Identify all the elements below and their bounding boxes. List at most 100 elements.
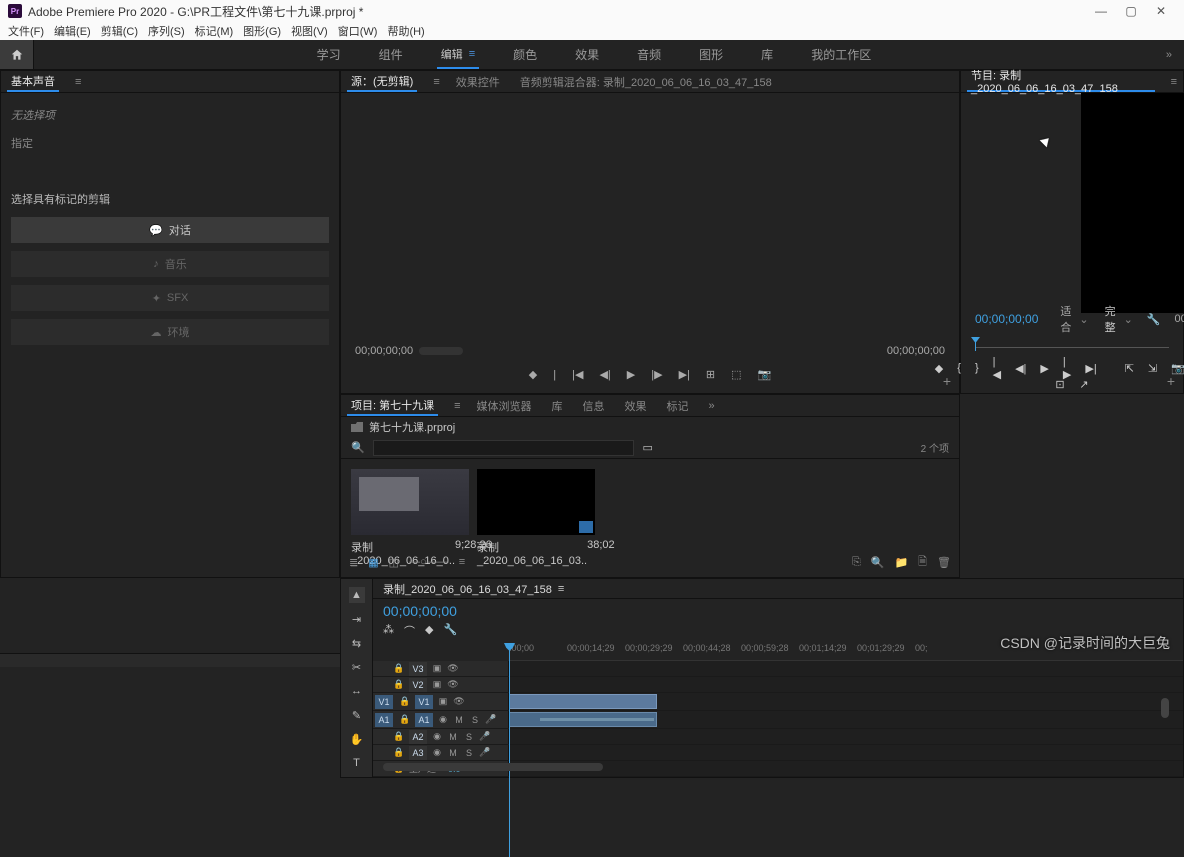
maximize-button[interactable]: ▢ (1116, 4, 1146, 18)
lock-icon[interactable]: 🔒 (399, 714, 411, 725)
prog-safe-margins[interactable]: ⊡ (1053, 377, 1067, 391)
ws-tab-color[interactable]: 颜色 (509, 40, 541, 69)
close-button[interactable]: ✕ (1146, 4, 1176, 18)
m-icon[interactable]: M (447, 748, 459, 758)
track-label[interactable]: A3 (409, 746, 427, 760)
mic-icon[interactable]: 🎤 (485, 714, 497, 725)
ws-tab-learn[interactable]: 学习 (313, 40, 345, 69)
lock-icon[interactable]: 🔒 (393, 663, 405, 674)
src-patch-a1[interactable]: A1 (375, 713, 393, 727)
find-button[interactable]: 🔍 (871, 556, 885, 569)
proj-menu[interactable]: ≡ (454, 400, 460, 412)
src-go-in[interactable]: |◀ (572, 368, 583, 381)
freeform-view-button[interactable]: ◫ (389, 556, 399, 569)
selection-tool[interactable]: ▲ (349, 587, 365, 603)
eye-icon[interactable]: 👁 (447, 679, 459, 690)
menu-window[interactable]: 窗口(W) (338, 23, 378, 39)
track-select-tool[interactable]: ⇥ (349, 611, 365, 627)
ws-tab-graphics[interactable]: 图形 (695, 40, 727, 69)
new-item-button[interactable]: 🗎 (918, 553, 927, 572)
track-label[interactable]: A1 (415, 713, 433, 727)
snap-button[interactable]: ⁂ (383, 623, 394, 639)
marker-button[interactable]: ◆ (425, 623, 433, 639)
track-label[interactable]: A2 (409, 730, 427, 744)
lock-icon[interactable]: 🔒 (393, 731, 405, 742)
track-label[interactable]: V3 (409, 662, 427, 676)
timeline-menu[interactable]: ≡ (558, 583, 564, 595)
menu-view[interactable]: 视图(V) (291, 23, 328, 39)
program-playhead[interactable] (975, 337, 976, 351)
timeline-v-scrollbar[interactable] (1161, 639, 1169, 757)
project-search-input[interactable] (373, 440, 635, 456)
mute-icon[interactable]: ◉ (431, 731, 443, 742)
tab-effect-controls[interactable]: 效果控件 (452, 71, 504, 92)
toggle-output-icon[interactable]: ▣ (431, 679, 443, 690)
menu-file[interactable]: 文件(F) (8, 23, 44, 39)
src-export[interactable]: 📷 (758, 368, 772, 381)
eye-icon[interactable]: 👁 (447, 663, 459, 674)
track-body[interactable] (509, 661, 1183, 676)
delete-button[interactable]: 🗑 (937, 556, 951, 569)
program-resolution[interactable]: 完整 (1105, 303, 1116, 335)
src-patch-v1[interactable]: V1 (375, 695, 393, 709)
hand-tool[interactable]: ✋ (349, 731, 365, 747)
prog-button-editor[interactable]: + (1167, 373, 1175, 389)
ripple-edit-tool[interactable]: ⇆ (349, 635, 365, 651)
src-mark-in[interactable]: ◆ (529, 368, 537, 381)
wrench-icon[interactable]: 🔧 (1147, 313, 1161, 326)
tab-program[interactable]: 节目: 录制_2020_06_06_16_03_47_158 (967, 71, 1155, 92)
src-play[interactable]: ▶ (627, 368, 635, 381)
prog-mark-clip[interactable]: { (957, 361, 961, 375)
s-icon[interactable]: S (463, 732, 475, 742)
program-zoom[interactable]: 适合 (1060, 303, 1071, 335)
tab-audio-mixer[interactable]: 音频剪辑混合器: 录制_2020_06_06_16_03_47_158 (516, 71, 776, 92)
ws-tab-editing[interactable]: 编辑≡ (437, 40, 479, 69)
mute-icon[interactable]: ◉ (431, 747, 443, 758)
menu-edit[interactable]: 编辑(E) (54, 23, 91, 39)
prog-extract[interactable]: ⇲ (1148, 361, 1157, 375)
eye-icon[interactable]: 👁 (453, 696, 465, 707)
toggle-output-icon[interactable]: ▣ (431, 663, 443, 674)
icon-view-button[interactable]: ▦ (368, 556, 378, 569)
track-body[interactable] (509, 729, 1183, 744)
menu-help[interactable]: 帮助(H) (387, 23, 424, 39)
src-step-back[interactable]: ◀| (599, 368, 610, 381)
home-button[interactable] (0, 40, 34, 69)
toggle-output-icon[interactable]: ▣ (437, 696, 449, 707)
prog-output[interactable]: ↗ (1077, 377, 1091, 391)
prog-step-fwd[interactable]: |▶ (1063, 361, 1071, 375)
src-overwrite[interactable]: ⬚ (731, 368, 741, 381)
new-bin-button[interactable]: 📁 (894, 556, 908, 569)
mute-icon[interactable]: ◉ (437, 714, 449, 725)
track-label[interactable]: V2 (409, 678, 427, 692)
tab-program-menu[interactable]: ≡ (1171, 76, 1177, 88)
audio-clip[interactable] (509, 712, 657, 727)
razor-tool[interactable]: ✂ (349, 659, 365, 675)
menu-marker[interactable]: 标记(M) (195, 23, 234, 39)
zoom-slider[interactable]: —○—— (409, 556, 449, 568)
tab-effects-panel[interactable]: 效果 (621, 395, 651, 416)
m-icon[interactable]: M (447, 732, 459, 742)
linked-selection-button[interactable]: ⌒ (404, 623, 415, 639)
menu-clip[interactable]: 剪辑(C) (101, 23, 138, 39)
list-view-button[interactable]: ≣ (349, 556, 358, 569)
timeline-h-scrollbar[interactable] (383, 763, 1143, 773)
tab-overflow[interactable]: » (705, 395, 719, 416)
src-go-out[interactable]: ▶| (679, 368, 690, 381)
track-body[interactable] (509, 693, 1183, 710)
prog-play[interactable]: ▶ (1040, 361, 1048, 375)
tab-source[interactable]: 源：(无剪辑) (347, 71, 417, 92)
track-body[interactable] (509, 711, 1183, 728)
es-dialogue-button[interactable]: 💬对话 (11, 217, 329, 243)
tab-essential-sound[interactable]: 基本声音 (7, 71, 59, 92)
menu-graphics[interactable]: 图形(G) (243, 23, 281, 39)
ws-overflow[interactable]: » (1154, 49, 1184, 61)
program-ruler[interactable] (975, 337, 1169, 351)
s-icon[interactable]: S (469, 715, 481, 725)
lock-icon[interactable]: 🔒 (393, 679, 405, 690)
slip-tool[interactable]: ↔ (349, 683, 365, 699)
mic-icon[interactable]: 🎤 (479, 747, 491, 758)
sequence-name[interactable]: 录制_2020_06_06_16_03_47_158 (383, 581, 552, 597)
es-music-button[interactable]: ♪音乐 (11, 251, 329, 277)
src-mark-out[interactable]: | (553, 369, 556, 381)
